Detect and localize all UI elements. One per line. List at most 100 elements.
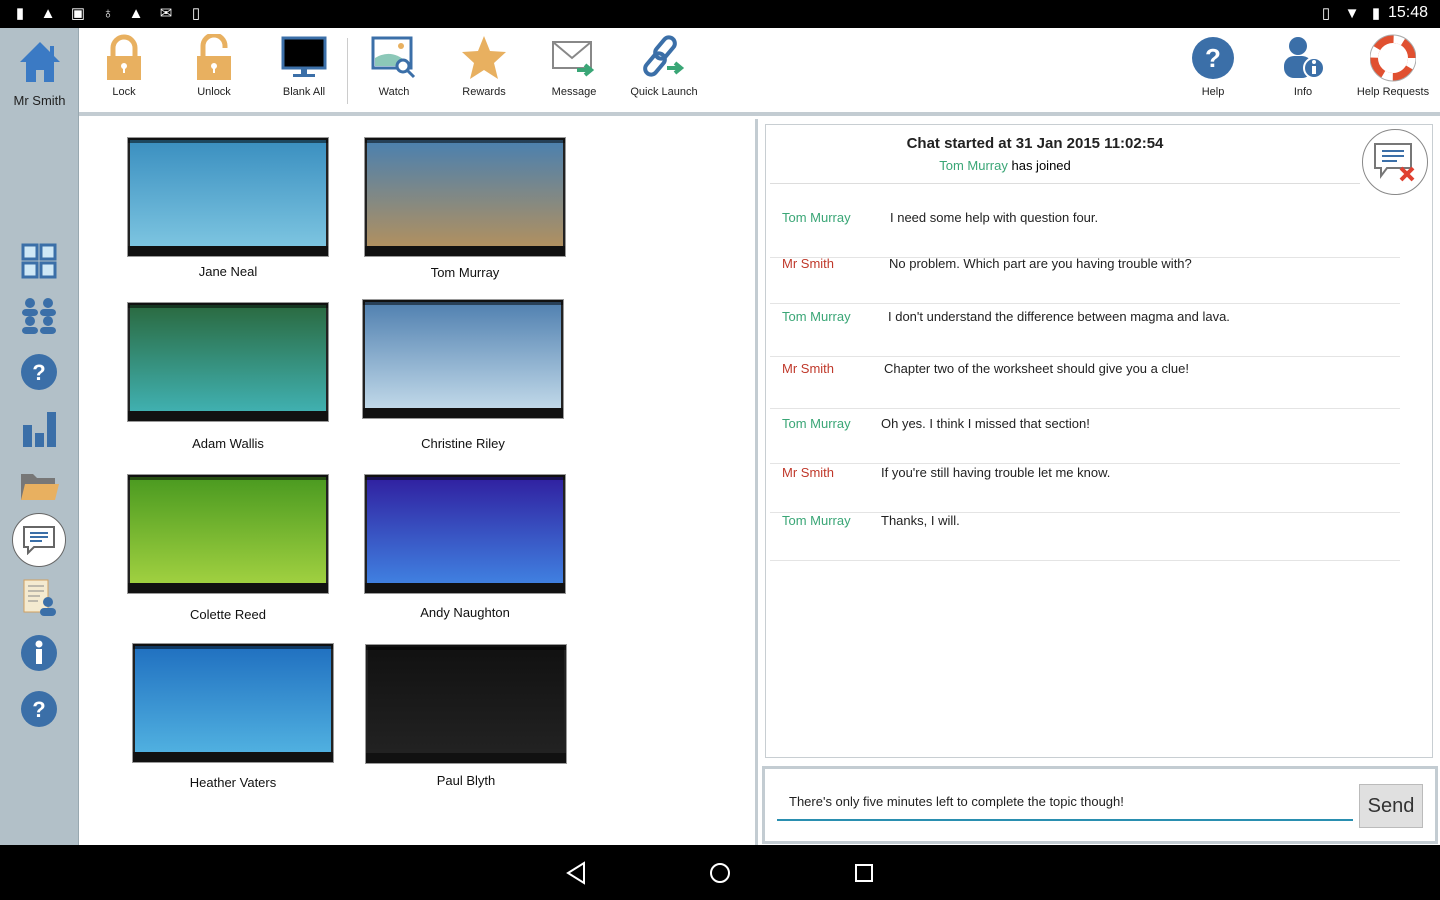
message-sender: Tom Murray: [782, 416, 851, 431]
student-name: Paul Blyth: [436, 773, 496, 788]
student-thumbnail[interactable]: [127, 474, 329, 594]
student-thumbnails-panel: Jane Neal Tom Murray Adam Wallis Christine …: [80, 119, 758, 845]
message-text: I don't understand the difference betwee…: [888, 309, 1230, 324]
student-name: Colette Reed: [190, 607, 266, 622]
message-button[interactable]: Message: [529, 34, 619, 98]
message-text: Oh yes. I think I missed that section!: [881, 416, 1090, 431]
message-text: I need some help with question four.: [890, 210, 1099, 225]
help-requests-button[interactable]: Help Requests: [1348, 34, 1438, 98]
info-button[interactable]: Info: [1258, 34, 1348, 98]
message-text: Thanks, I will.: [881, 513, 960, 528]
chat-message: Mr Smith Chapter two of the worksheet sho…: [770, 361, 1400, 409]
student-thumbnail[interactable]: [365, 644, 567, 764]
message-sender: Tom Murray: [782, 513, 851, 528]
screen-preview: [368, 647, 564, 753]
rewards-button[interactable]: Rewards: [439, 34, 529, 98]
lock-button[interactable]: Lock: [79, 34, 169, 98]
groups-icon[interactable]: [18, 295, 60, 337]
gmail-icon: ✉: [159, 5, 173, 22]
device-nav-bar: [363, 408, 563, 418]
student-thumbnail[interactable]: [364, 137, 566, 257]
screen-preview: [367, 477, 563, 583]
image-icon: ▣: [70, 5, 86, 22]
recents-icon[interactable]: [849, 859, 879, 887]
download-icon: ▯: [191, 5, 201, 22]
register-icon[interactable]: [18, 576, 60, 618]
battery-alert-icon: ▮: [15, 5, 25, 22]
student-thumbnail[interactable]: [132, 643, 334, 763]
wifi-icon: ▼: [1344, 5, 1360, 22]
home-nav-icon[interactable]: [705, 859, 735, 887]
chat-message: Mr Smith No problem. Which part are you h…: [770, 256, 1400, 304]
chat-icon[interactable]: [12, 513, 66, 567]
blank-all-button[interactable]: Blank All: [259, 34, 349, 98]
battery-icon: ▮: [1371, 5, 1381, 22]
message-sender: Mr Smith: [782, 361, 834, 376]
device-status-bar: [133, 644, 333, 649]
message-sender: Mr Smith: [782, 465, 834, 480]
user-info-icon: [1284, 37, 1325, 79]
chat-input-area: Send: [762, 766, 1438, 844]
close-chat-button[interactable]: [1362, 129, 1428, 195]
device-status-bar: [128, 303, 328, 308]
screen-preview: [130, 140, 326, 246]
lock-icon: [107, 34, 141, 80]
screen-preview: [135, 646, 331, 752]
device-nav-bar: [366, 753, 566, 763]
question-icon[interactable]: ?: [18, 351, 60, 393]
device-nav-bar: [365, 583, 565, 593]
help-icon[interactable]: ?: [18, 688, 60, 730]
student-name: Andy Naughton: [420, 605, 510, 620]
chat-message: Tom Murray I need some help with question…: [770, 210, 1400, 258]
help-button[interactable]: ? Help: [1168, 34, 1258, 98]
student-name: Jane Neal: [198, 264, 258, 279]
svg-text:?: ?: [32, 360, 45, 385]
joined-text: has joined: [1011, 158, 1071, 173]
message-sender: Mr Smith: [782, 256, 834, 271]
message-input[interactable]: [777, 783, 1353, 821]
link-icon: [643, 35, 685, 77]
watch-icon: [371, 36, 416, 79]
device-status-bar: [128, 138, 328, 143]
warning-icon: ▲: [128, 5, 144, 22]
unlock-icon: [197, 34, 231, 80]
student-name: Tom Murray: [430, 265, 500, 280]
home-button[interactable]: Mr Smith: [0, 38, 79, 108]
chat-title: Chat started at 31 Jan 2015 11:02:54: [906, 135, 1164, 152]
help-icon: ?: [1192, 37, 1234, 79]
message-text: No problem. Which part are you having tr…: [889, 256, 1192, 271]
student-thumbnail[interactable]: [127, 302, 329, 422]
student-thumbnail[interactable]: [362, 299, 564, 419]
send-button[interactable]: Send: [1359, 784, 1423, 828]
vibrate-icon: ▯: [1321, 5, 1331, 22]
thumbnails-icon[interactable]: [18, 240, 60, 282]
device-status-bar: [365, 138, 565, 143]
student-thumbnail[interactable]: [127, 137, 329, 257]
device-status-bar: [366, 645, 566, 650]
chat-message: Mr Smith If you're still having trouble l…: [770, 465, 1400, 513]
joined-name: Tom Murray: [939, 158, 1008, 173]
student-name: Christine Riley: [421, 436, 505, 451]
close-chat-icon: [1374, 143, 1415, 182]
sidebar: Mr Smith ? ?: [0, 28, 79, 845]
chat-message: Tom Murray I don't understand the differe…: [770, 309, 1400, 357]
lifebuoy-icon: [1370, 34, 1416, 82]
student-thumbnail[interactable]: [364, 474, 566, 594]
message-text: Chapter two of the worksheet should give…: [884, 361, 1189, 376]
message-icon: [552, 41, 595, 77]
unlock-button[interactable]: Unlock: [169, 34, 259, 98]
home-icon: [19, 42, 60, 82]
toolbar: Lock Unlock Blank All Watch Rewards Mess…: [79, 28, 1440, 116]
clock: 15:48: [1387, 4, 1428, 21]
back-icon[interactable]: [562, 859, 592, 887]
message-sender: Tom Murray: [782, 309, 851, 324]
watch-button[interactable]: Watch: [349, 34, 439, 98]
quick-launch-button[interactable]: Quick Launch: [619, 34, 709, 98]
warning-icon: ▲: [40, 5, 56, 22]
chat-header: Chat started at 31 Jan 2015 11:02:54 Tom…: [766, 125, 1434, 173]
info-icon[interactable]: [18, 632, 60, 674]
chart-icon[interactable]: [18, 408, 60, 450]
message-sender: Tom Murray: [782, 210, 851, 225]
screen-preview: [365, 302, 561, 408]
folder-icon[interactable]: [18, 466, 60, 508]
